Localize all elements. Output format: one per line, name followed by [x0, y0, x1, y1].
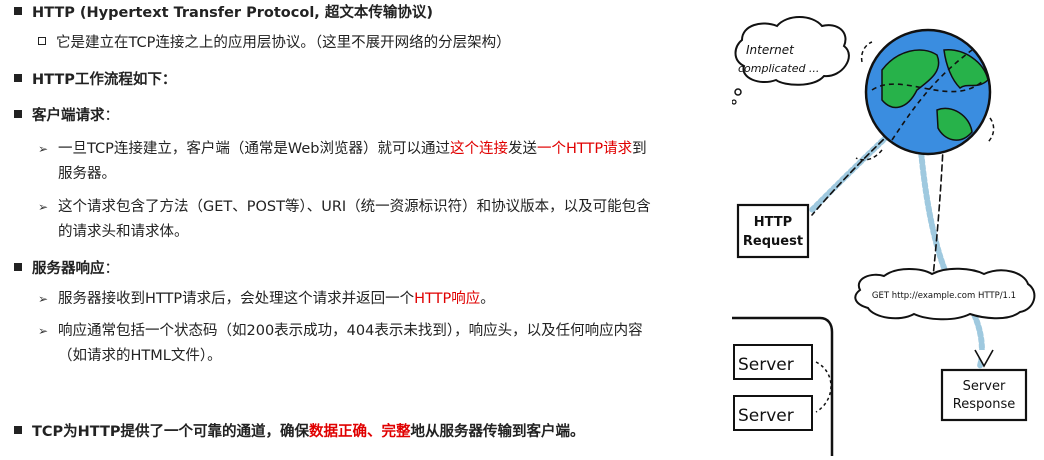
http-request-box: HTTP Request — [736, 203, 810, 259]
server-rack: Server Server — [732, 316, 834, 456]
http-request-text-2: Request — [743, 234, 803, 249]
cloud-text-1: Internet — [746, 43, 795, 57]
server-response-text-1: Server — [963, 379, 1006, 394]
bullet-http-sub: 它是建立在TCP连接之上的应用层协议。（这里不展开网络的分层架构） — [38, 32, 511, 54]
get-request-cloud: GET http://example.com HTTP/1.1 — [854, 267, 1036, 321]
cloud-text-2: complicated ... — [738, 62, 819, 75]
square-bullet-icon — [14, 110, 22, 118]
bullet-request-1: ➢ 一旦TCP连接建立，客户端（通常是Web浏览器）就可以通过这个连接发送一个HT… — [38, 138, 647, 160]
bullet-request-2: ➢ 这个请求包含了方法（GET、POST等）、URI（统一资源标识符）和协议版本，… — [38, 196, 651, 218]
server-label-2: Server — [738, 406, 794, 426]
server-response-box: Server Response — [940, 368, 1028, 422]
speech-cloud: Internet complicated ... — [731, 16, 850, 105]
server-label-1: Server — [738, 355, 794, 375]
arrow-bullet-icon: ➢ — [38, 142, 49, 156]
bullet-client-request: 客户端请求： — [14, 105, 119, 127]
server-response-text-2: Response — [953, 397, 1015, 412]
arrow-bullet-icon: ➢ — [38, 324, 49, 338]
http-illustration: Internet complicated ... HTTP Request GE… — [731, 0, 1044, 456]
hollow-square-bullet-icon — [38, 37, 46, 45]
arrow-bullet-icon: ➢ — [38, 292, 49, 306]
arrow-bullet-icon: ➢ — [38, 200, 49, 214]
bullet-response-2: ➢ 响应通常包括一个状态码（如200表示成功，404表示未找到），响应头，以及任何… — [38, 320, 643, 342]
bullet-server-response: 服务器响应： — [14, 258, 119, 280]
bullet-response-2-cont: （如请求的HTML文件）。 — [58, 348, 222, 364]
bullet-response-1: ➢ 服务器接收到HTTP请求后，会处理这个请求并返回一个HTTP响应。 — [38, 288, 495, 310]
bullet-request-1-cont: 服务器。 — [58, 166, 116, 182]
square-bullet-icon — [14, 263, 22, 271]
get-request-text: GET http://example.com HTTP/1.1 — [872, 291, 1016, 301]
bullet-http-title: HTTP (Hypertext Transfer Protocol, 超文本传输… — [14, 2, 433, 24]
square-bullet-icon — [14, 74, 22, 82]
slide-text: HTTP (Hypertext Transfer Protocol, 超文本传输… — [0, 0, 720, 456]
network-connections — [809, 109, 985, 369]
square-bullet-icon — [14, 426, 22, 434]
square-bullet-icon — [14, 7, 22, 15]
http-illustration-svg: Internet complicated ... HTTP Request GE… — [731, 16, 1036, 456]
http-request-text-1: HTTP — [754, 215, 792, 230]
bullet-workflow: HTTP工作流程如下： — [14, 69, 176, 91]
globe-icon — [855, 28, 995, 161]
bullet-request-2-cont: 的请求头和请求体。 — [58, 224, 189, 240]
bullet-tcp-summary: TCP为HTTP提供了一个可靠的通道，确保数据正确、完整地从服务器传输到客户端。 — [14, 421, 585, 443]
